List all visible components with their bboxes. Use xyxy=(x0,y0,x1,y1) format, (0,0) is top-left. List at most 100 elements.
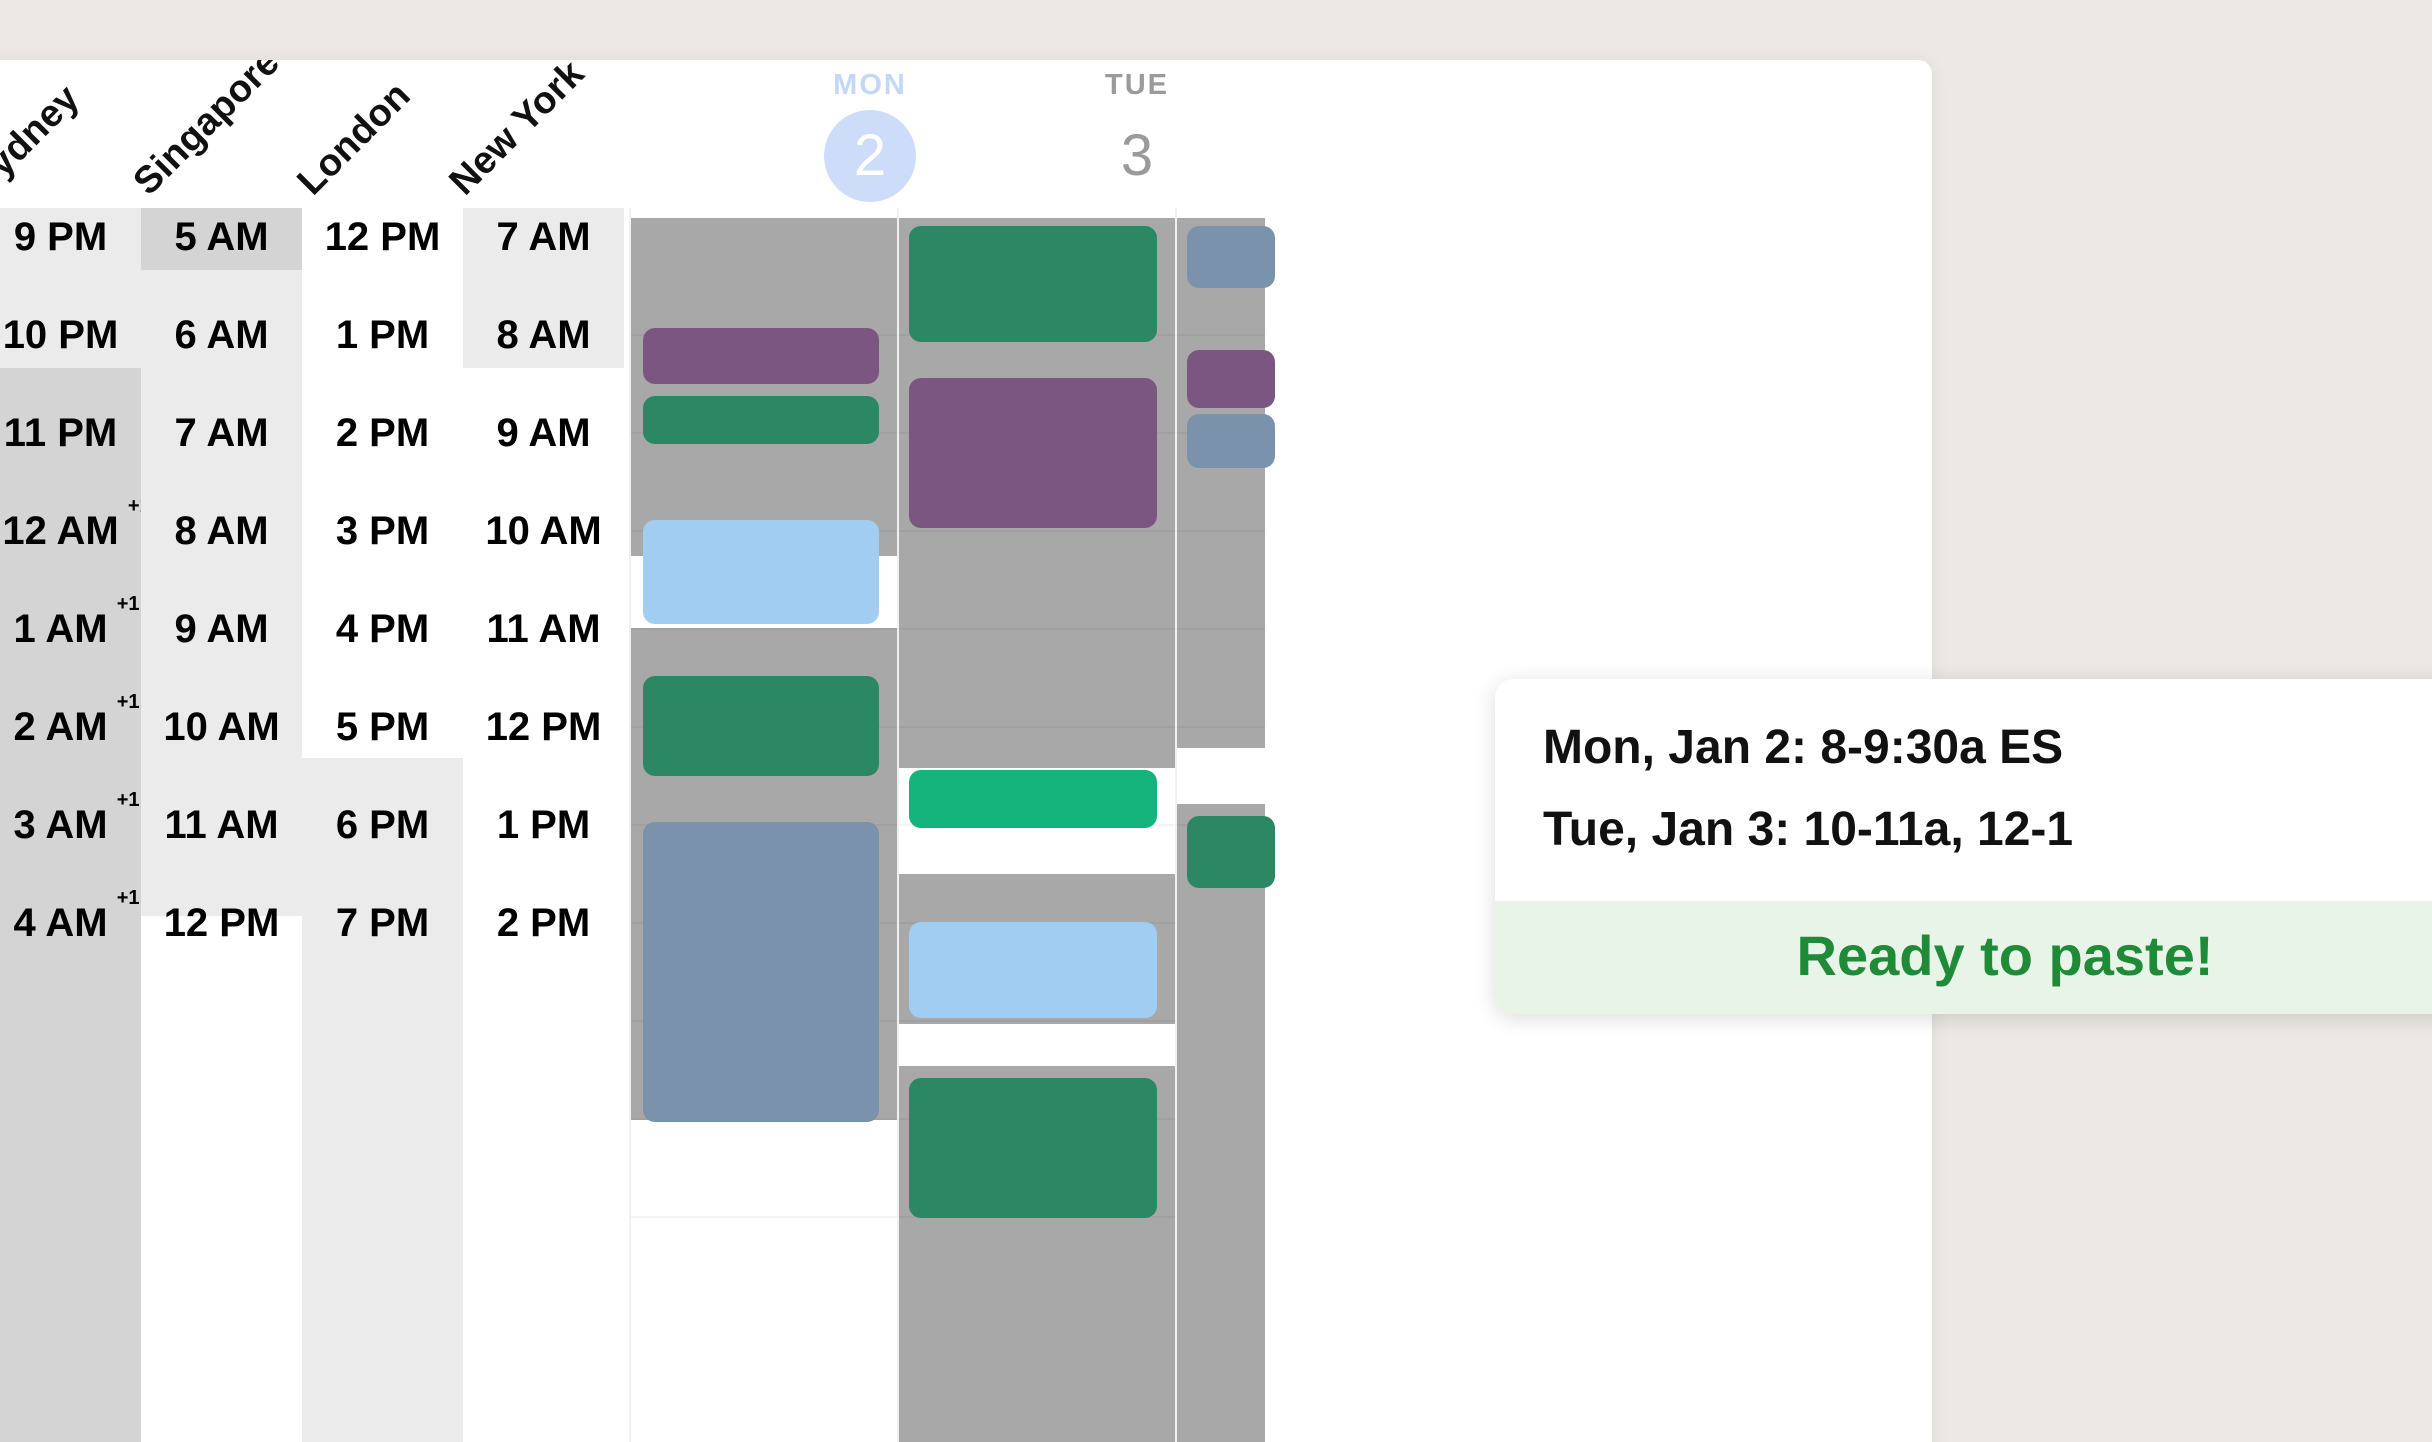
timezone-cell: 9 AM xyxy=(463,384,624,482)
city-header-sydney: Sydney xyxy=(0,77,88,204)
timezone-cell: 6 PM xyxy=(302,776,463,874)
busy-block xyxy=(631,218,897,556)
time-label: 8 AM xyxy=(496,312,591,357)
hour-gridline xyxy=(899,628,1175,630)
timezone-cell: 8 AM xyxy=(463,286,624,384)
time-label: 11 AM xyxy=(164,802,279,847)
timezone-column-singapore: 5 AM 6 AM 7 AM 8 AM 9 AM 10 AM 11 AM 12 … xyxy=(141,208,302,1442)
day-header-number-badge: 2 xyxy=(824,110,916,202)
ready-to-paste-label: Ready to paste! xyxy=(1796,924,2214,987)
timezone-cell: 4 AM +1 xyxy=(0,874,141,972)
timezone-cell: 10 AM xyxy=(141,678,302,776)
timezone-cell: 11 AM xyxy=(141,776,302,874)
timezone-cell: 3 AM +1 xyxy=(0,776,141,874)
event-block[interactable] xyxy=(643,328,879,384)
event-block[interactable] xyxy=(1187,350,1275,408)
hour-gridline xyxy=(631,1216,897,1218)
day-column-next[interactable] xyxy=(1175,208,1275,1442)
hour-gridline xyxy=(1177,334,1265,336)
time-label: 12 AM xyxy=(2,508,119,553)
time-label: 9 AM xyxy=(174,606,269,651)
time-label: 11 PM xyxy=(3,410,118,455)
timezone-cell: 8 AM xyxy=(141,482,302,580)
event-block[interactable] xyxy=(643,396,879,444)
time-label: 7 AM xyxy=(174,410,269,455)
time-label: 10 AM xyxy=(163,704,280,749)
time-label: 2 PM xyxy=(496,900,591,945)
time-label: 6 PM xyxy=(335,802,430,847)
timezone-cell: 3 PM xyxy=(302,482,463,580)
timezone-column-sydney: 9 PM 10 PM 11 PM 12 AM +1 1 AM +1 2 AM +1 xyxy=(0,208,151,1442)
day-header-mon[interactable]: MON 2 xyxy=(725,68,1015,202)
day-header-number-wrap: 2 xyxy=(725,110,1015,202)
event-block[interactable] xyxy=(643,520,879,624)
time-label: 7 AM xyxy=(496,214,591,259)
time-label: 1 PM xyxy=(496,802,591,847)
time-label: 5 AM xyxy=(174,214,269,259)
timezone-cell: 11 AM xyxy=(463,580,624,678)
day-column-mon[interactable] xyxy=(629,208,897,1442)
timezone-cell: 9 PM xyxy=(0,208,141,286)
city-header-singapore: Singapore xyxy=(125,60,288,204)
day-column-tue[interactable] xyxy=(897,208,1175,1442)
hour-gridline xyxy=(899,530,1175,532)
hour-gridline xyxy=(899,1020,1175,1022)
busy-block xyxy=(1177,804,1265,1442)
timezone-cell: 11 PM xyxy=(0,384,141,482)
timezone-cell: 2 PM xyxy=(463,874,624,972)
event-block[interactable] xyxy=(909,922,1157,1018)
time-label: 4 AM xyxy=(13,900,108,945)
timezone-cell: 10 AM xyxy=(463,482,624,580)
time-label: 10 PM xyxy=(2,312,119,357)
time-label: 12 PM xyxy=(163,900,280,945)
event-block[interactable] xyxy=(909,1078,1157,1218)
popup-line-mon: Mon, Jan 2: 8-9:30a ES xyxy=(1543,721,2064,774)
timezone-cell: 6 AM xyxy=(141,286,302,384)
timezone-cell: 12 PM xyxy=(463,678,624,776)
timezone-column-london: 12 PM 1 PM 2 PM 3 PM 4 PM 5 PM 6 PM 7 PM xyxy=(302,208,463,1442)
event-block[interactable] xyxy=(909,770,1157,828)
day-header-dow: MON xyxy=(833,69,907,101)
timezone-cell: 1 PM xyxy=(463,776,624,874)
time-label: 1 PM xyxy=(335,312,430,357)
hour-gridline xyxy=(1177,726,1265,728)
time-label: 4 PM xyxy=(335,606,430,651)
event-block[interactable] xyxy=(1187,226,1275,288)
time-label: 5 PM xyxy=(335,704,430,749)
time-label: 6 AM xyxy=(174,312,269,357)
day-offset: +1 xyxy=(116,690,140,713)
city-header-newyork: New York xyxy=(441,60,593,204)
day-offset: +1 xyxy=(116,886,140,909)
app-root: Sydney Singapore London New York MON 2 T… xyxy=(0,0,2432,1442)
event-block[interactable] xyxy=(643,822,879,1122)
time-label: 2 PM xyxy=(335,410,430,455)
time-label: 1 AM xyxy=(13,606,108,651)
time-label: 8 AM xyxy=(174,508,269,553)
hour-gridline xyxy=(899,726,1175,728)
hour-gridline xyxy=(631,628,897,630)
timezone-cell: 12 PM xyxy=(141,874,302,972)
event-block[interactable] xyxy=(909,378,1157,528)
timezone-cell: 2 PM xyxy=(302,384,463,482)
time-label: 10 AM xyxy=(485,508,602,553)
ready-to-paste-banner: Ready to paste! xyxy=(1495,901,2432,1014)
event-block[interactable] xyxy=(643,676,879,776)
hour-gridline xyxy=(1177,628,1265,630)
timezone-column-newyork: 7 AM 8 AM 9 AM 10 AM 11 AM 12 PM 1 PM 2 … xyxy=(463,208,624,1442)
time-label: 12 PM xyxy=(485,704,602,749)
event-block[interactable] xyxy=(909,226,1157,342)
timezone-cell: 7 AM xyxy=(463,208,624,286)
timezone-cell: 9 AM xyxy=(141,580,302,678)
hour-gridline xyxy=(1177,530,1265,532)
timezone-cell: 12 AM +1 xyxy=(0,482,150,580)
event-block[interactable] xyxy=(1187,414,1275,468)
day-header-dow: TUE xyxy=(1105,69,1169,101)
time-label: 2 AM xyxy=(13,704,108,749)
timezone-cell: 10 PM xyxy=(0,286,141,384)
event-block[interactable] xyxy=(1187,816,1275,888)
day-header-number-wrap: 3 xyxy=(992,110,1282,202)
paste-preview-popup[interactable]: Mon, Jan 2: 8-9:30a ES Tue, Jan 3: 10-11… xyxy=(1495,679,2432,1014)
time-label: 9 AM xyxy=(496,410,591,455)
day-header-tue[interactable]: TUE 3 xyxy=(992,68,1282,202)
popup-line-tue: Tue, Jan 3: 10-11a, 12-1 xyxy=(1543,803,2074,856)
